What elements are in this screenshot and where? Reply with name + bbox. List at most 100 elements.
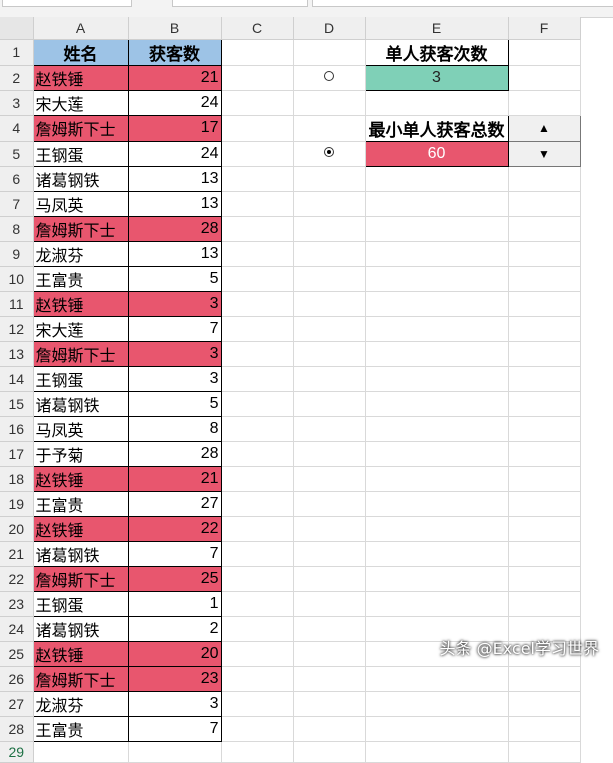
cell[interactable] bbox=[293, 191, 366, 217]
cell[interactable] bbox=[221, 90, 294, 116]
cell[interactable] bbox=[293, 141, 366, 167]
min-total-value-cell[interactable]: 60 bbox=[364, 140, 509, 167]
cell[interactable] bbox=[221, 341, 294, 367]
name-cell[interactable]: 王钢蛋 bbox=[32, 590, 129, 617]
name-cell[interactable]: 龙淑芬 bbox=[32, 240, 129, 267]
cell[interactable] bbox=[508, 291, 581, 317]
name-cell[interactable]: 王富贵 bbox=[32, 265, 129, 292]
row-header[interactable]: 6 bbox=[0, 166, 34, 192]
min-total-label-cell[interactable]: 最小单人获客总数 bbox=[364, 114, 509, 142]
cell[interactable] bbox=[508, 441, 581, 467]
cell[interactable] bbox=[293, 391, 366, 417]
count-cell[interactable]: 17 bbox=[127, 114, 222, 142]
cell[interactable] bbox=[508, 391, 581, 417]
count-cell[interactable]: 20 bbox=[127, 640, 222, 667]
cell[interactable] bbox=[293, 641, 366, 667]
cell[interactable] bbox=[293, 166, 366, 192]
name-cell[interactable]: 詹姆斯下士 bbox=[32, 565, 129, 592]
name-cell[interactable]: 马凤英 bbox=[32, 415, 129, 442]
cell[interactable] bbox=[508, 90, 581, 116]
row-header[interactable]: 15 bbox=[0, 391, 34, 417]
cell[interactable] bbox=[508, 491, 581, 517]
formula-input[interactable] bbox=[312, 0, 613, 7]
cell[interactable] bbox=[365, 691, 509, 717]
cell[interactable] bbox=[293, 491, 366, 517]
cell[interactable] bbox=[293, 39, 366, 66]
row-header[interactable]: 23 bbox=[0, 591, 34, 617]
cell[interactable] bbox=[221, 616, 294, 642]
count-cell[interactable]: 5 bbox=[127, 390, 222, 417]
row-header[interactable]: 13 bbox=[0, 341, 34, 367]
cell[interactable] bbox=[365, 166, 509, 192]
row-header[interactable]: 19 bbox=[0, 491, 34, 517]
cell[interactable] bbox=[365, 291, 509, 317]
cell[interactable] bbox=[221, 266, 294, 292]
cell[interactable] bbox=[221, 741, 294, 763]
count-cell[interactable]: 25 bbox=[127, 565, 222, 592]
spin-down-button[interactable]: ▼ bbox=[507, 140, 581, 167]
cell[interactable] bbox=[221, 666, 294, 692]
count-cell[interactable]: 1 bbox=[127, 590, 222, 617]
cell[interactable] bbox=[365, 491, 509, 517]
cell[interactable] bbox=[293, 216, 366, 242]
column-header-d[interactable]: D bbox=[293, 17, 366, 40]
column-header-b[interactable]: B bbox=[128, 17, 222, 40]
count-cell[interactable]: 3 bbox=[127, 690, 222, 717]
row-header[interactable]: 11 bbox=[0, 291, 34, 317]
name-cell[interactable]: 王钢蛋 bbox=[32, 140, 129, 167]
name-cell[interactable]: 宋大莲 bbox=[32, 315, 129, 342]
name-cell[interactable]: 赵铁锤 bbox=[32, 515, 129, 542]
count-cell[interactable]: 3 bbox=[127, 290, 222, 317]
count-cell[interactable]: 8 bbox=[127, 415, 222, 442]
cell[interactable] bbox=[293, 316, 366, 342]
cell[interactable] bbox=[365, 516, 509, 542]
name-cell[interactable]: 诸葛钢铁 bbox=[32, 390, 129, 417]
row-header[interactable]: 24 bbox=[0, 616, 34, 642]
cell[interactable] bbox=[221, 316, 294, 342]
cell[interactable] bbox=[508, 541, 581, 567]
row-header[interactable]: 25 bbox=[0, 641, 34, 667]
row-header[interactable]: 29 bbox=[0, 741, 34, 763]
cell[interactable] bbox=[293, 441, 366, 467]
count-cell[interactable]: 7 bbox=[127, 540, 222, 567]
row-header[interactable]: 18 bbox=[0, 466, 34, 492]
cell[interactable] bbox=[365, 191, 509, 217]
cell[interactable] bbox=[221, 491, 294, 517]
cell[interactable] bbox=[365, 666, 509, 692]
row-header[interactable]: 17 bbox=[0, 441, 34, 467]
cell[interactable] bbox=[293, 416, 366, 442]
cell[interactable] bbox=[365, 391, 509, 417]
count-cell[interactable]: 7 bbox=[127, 715, 222, 742]
name-cell[interactable]: 于予菊 bbox=[32, 440, 129, 467]
row-header[interactable]: 21 bbox=[0, 541, 34, 567]
count-cell[interactable]: 3 bbox=[127, 365, 222, 392]
cell[interactable] bbox=[128, 741, 222, 763]
cell[interactable] bbox=[508, 566, 581, 592]
cell[interactable] bbox=[293, 90, 366, 116]
column-header-c[interactable]: C bbox=[221, 17, 294, 40]
cell[interactable] bbox=[221, 391, 294, 417]
cell[interactable] bbox=[293, 65, 366, 91]
cell[interactable] bbox=[293, 516, 366, 542]
count-cell[interactable]: 13 bbox=[127, 190, 222, 217]
cell[interactable] bbox=[508, 741, 581, 763]
cell[interactable] bbox=[365, 466, 509, 492]
count-cell[interactable]: 21 bbox=[127, 465, 222, 492]
cell[interactable] bbox=[508, 516, 581, 542]
cell[interactable] bbox=[365, 341, 509, 367]
count-cell[interactable]: 21 bbox=[127, 64, 222, 91]
row-header[interactable]: 4 bbox=[0, 115, 34, 142]
count-cell[interactable]: 22 bbox=[127, 515, 222, 542]
name-cell[interactable]: 宋大莲 bbox=[32, 89, 129, 116]
cell[interactable] bbox=[508, 341, 581, 367]
cell[interactable] bbox=[221, 39, 294, 66]
cell[interactable] bbox=[293, 115, 366, 142]
cell[interactable] bbox=[508, 416, 581, 442]
row-header[interactable]: 8 bbox=[0, 216, 34, 242]
cell[interactable] bbox=[508, 39, 581, 66]
cell[interactable] bbox=[221, 416, 294, 442]
cell[interactable] bbox=[508, 466, 581, 492]
count-cell[interactable]: 28 bbox=[127, 215, 222, 242]
cell[interactable] bbox=[508, 366, 581, 392]
count-cell[interactable]: 13 bbox=[127, 240, 222, 267]
